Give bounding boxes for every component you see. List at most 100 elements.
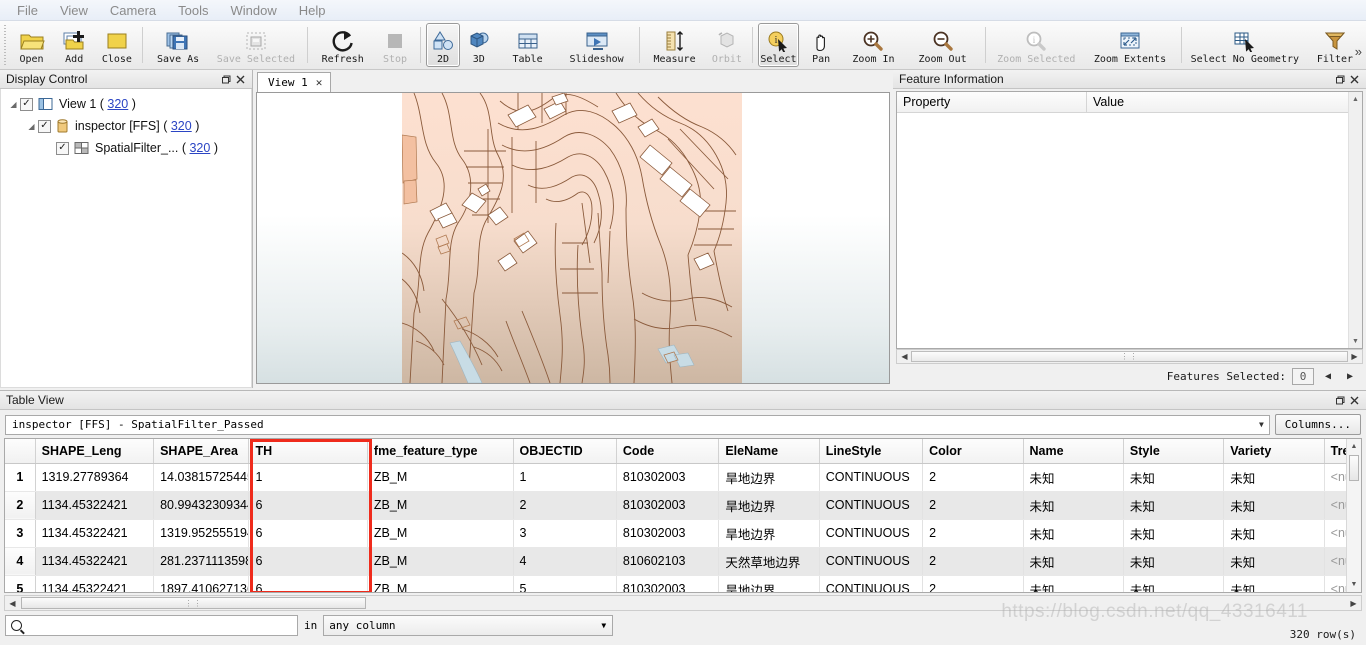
- cell-fme-feature-type[interactable]: ZB_M: [367, 463, 514, 492]
- cell-style[interactable]: 未知: [1123, 491, 1225, 520]
- add-button[interactable]: Add: [54, 23, 95, 67]
- cell-name[interactable]: 未知: [1023, 491, 1124, 520]
- cell-shape-leng[interactable]: 1134.45322421: [35, 575, 155, 592]
- scrollbar-thumb[interactable]: ⋮⋮: [21, 597, 366, 609]
- view-1-checkbox[interactable]: ✓: [20, 97, 33, 111]
- dataset-selector[interactable]: inspector [FFS] - SpatialFilter_Passed ▼: [5, 414, 1270, 435]
- cell-elename[interactable]: 天然草地边界: [718, 547, 820, 576]
- cell-th[interactable]: 6: [248, 575, 368, 592]
- 2d-view-button[interactable]: 2D: [426, 23, 460, 67]
- feature-information-vertical-scrollbar[interactable]: ▲ ▼: [1348, 92, 1362, 348]
- cell-style[interactable]: 未知: [1123, 519, 1225, 548]
- chevron-down-icon[interactable]: ▼: [601, 621, 606, 630]
- scroll-down-icon[interactable]: ▼: [1349, 334, 1362, 348]
- cell-elename[interactable]: 旱地边界: [718, 575, 820, 592]
- column-header-name[interactable]: Name: [1023, 439, 1124, 464]
- toolbar-overflow-button[interactable]: »: [1355, 44, 1362, 59]
- cell-linestyle[interactable]: CONTINUOUS: [819, 463, 924, 492]
- column-header-linestyle[interactable]: LineStyle: [819, 439, 924, 464]
- column-header-variety[interactable]: Variety: [1223, 439, 1325, 464]
- column-header-shape-leng[interactable]: SHAPE_Leng: [35, 439, 155, 464]
- close-button[interactable]: Close: [97, 23, 138, 67]
- cell-shape-leng[interactable]: 1319.27789364: [35, 463, 155, 492]
- cell-name[interactable]: 未知: [1023, 519, 1124, 548]
- restore-window-icon[interactable]: [218, 72, 233, 87]
- column-header-style[interactable]: Style: [1123, 439, 1225, 464]
- save-as-button[interactable]: Save As: [148, 23, 208, 67]
- cell-shape-area[interactable]: 1897.410627136...: [153, 575, 250, 592]
- cell-color[interactable]: 2: [922, 575, 1024, 592]
- scrollbar-thumb[interactable]: ⋮⋮: [911, 351, 1348, 362]
- tree-item-view-1[interactable]: ◢ ✓ View 1 ( 320 ): [1, 93, 251, 115]
- cell-name[interactable]: 未知: [1023, 547, 1124, 576]
- column-header-fme-feature-type[interactable]: fme_feature_type: [367, 439, 514, 464]
- table-row[interactable]: 3 1134.45322421 1319.9525551945 6 ZB_M 3…: [5, 519, 1361, 548]
- scroll-down-icon[interactable]: ▼: [1347, 577, 1361, 592]
- select-button[interactable]: i Select: [758, 23, 799, 67]
- zoom-extents-button[interactable]: Zoom Extents: [1084, 23, 1176, 67]
- cell-code[interactable]: 810302003: [616, 519, 720, 548]
- search-input[interactable]: [5, 614, 298, 636]
- scroll-up-icon[interactable]: ▲: [1347, 439, 1361, 454]
- menu-item-window[interactable]: Window: [220, 1, 288, 20]
- cell-shape-area[interactable]: 281.2371113598...: [153, 547, 250, 576]
- prev-feature-icon[interactable]: ◀: [1320, 371, 1336, 382]
- next-feature-icon[interactable]: ▶: [1342, 371, 1358, 382]
- column-header-th[interactable]: TH: [248, 439, 368, 464]
- cell-variety[interactable]: 未知: [1223, 547, 1325, 576]
- cell-linestyle[interactable]: CONTINUOUS: [819, 547, 924, 576]
- cell-name[interactable]: 未知: [1023, 463, 1124, 492]
- column-header-elename[interactable]: EleName: [718, 439, 820, 464]
- zoom-out-button[interactable]: Zoom Out: [906, 23, 980, 67]
- close-icon[interactable]: [1347, 393, 1362, 408]
- cell-shape-area[interactable]: 14.03815725445...: [153, 463, 250, 492]
- close-icon[interactable]: [1347, 72, 1362, 87]
- zoom-in-button[interactable]: Zoom In: [843, 23, 903, 67]
- cell-th[interactable]: 1: [248, 463, 368, 492]
- table-row[interactable]: 1 1319.27789364 14.03815725445... 1 ZB_M…: [5, 463, 1361, 492]
- table-row[interactable]: 5 1134.45322421 1897.410627136... 6 ZB_M…: [5, 575, 1361, 592]
- restore-window-icon[interactable]: [1332, 72, 1347, 87]
- cell-objectid[interactable]: 4: [513, 547, 617, 576]
- scroll-right-icon[interactable]: ▶: [1346, 599, 1361, 608]
- cell-color[interactable]: 2: [922, 547, 1024, 576]
- cell-shape-leng[interactable]: 1134.45322421: [35, 519, 155, 548]
- table-row[interactable]: 2 1134.45322421 80.99432309344... 6 ZB_M…: [5, 491, 1361, 520]
- columns-button[interactable]: Columns...: [1274, 414, 1361, 435]
- cell-fme-feature-type[interactable]: ZB_M: [367, 575, 514, 592]
- cell-linestyle[interactable]: CONTINUOUS: [819, 575, 924, 592]
- menu-item-file[interactable]: File: [6, 1, 49, 20]
- table-vertical-scrollbar[interactable]: ▲ ▼: [1346, 439, 1361, 592]
- toolbar-grip[interactable]: [2, 25, 9, 65]
- scroll-right-icon[interactable]: ▶: [1347, 352, 1362, 361]
- cell-objectid[interactable]: 3: [513, 519, 617, 548]
- scroll-left-icon[interactable]: ◀: [5, 599, 20, 608]
- cell-elename[interactable]: 旱地边界: [718, 463, 820, 492]
- cell-elename[interactable]: 旱地边界: [718, 519, 820, 548]
- cell-style[interactable]: 未知: [1123, 463, 1225, 492]
- cell-variety[interactable]: 未知: [1223, 491, 1325, 520]
- cell-code[interactable]: 810602103: [616, 547, 720, 576]
- cell-th[interactable]: 6: [248, 519, 368, 548]
- cell-fme-feature-type[interactable]: ZB_M: [367, 519, 514, 548]
- menu-item-tools[interactable]: Tools: [167, 1, 219, 20]
- search-scope-select[interactable]: any column ▼: [323, 614, 614, 636]
- cell-fme-feature-type[interactable]: ZB_M: [367, 547, 514, 576]
- chevron-down-icon[interactable]: ▼: [1259, 420, 1264, 429]
- cell-th[interactable]: 6: [248, 547, 368, 576]
- map-canvas[interactable]: [256, 92, 890, 384]
- expander-icon[interactable]: ◢: [7, 100, 20, 109]
- view-tab-view-1[interactable]: View 1 ✕: [257, 72, 332, 92]
- menu-item-camera[interactable]: Camera: [99, 1, 167, 20]
- feature-table[interactable]: SHAPE_Leng SHAPE_Area TH fme_feature_typ…: [4, 438, 1362, 593]
- select-no-geometry-button[interactable]: Select No Geometry: [1187, 23, 1303, 67]
- scrollbar-thumb[interactable]: [1349, 455, 1359, 481]
- view-1-feature-count[interactable]: 320: [107, 97, 128, 111]
- cell-variety[interactable]: 未知: [1223, 519, 1325, 548]
- column-header-code[interactable]: Code: [616, 439, 720, 464]
- menu-item-help[interactable]: Help: [288, 1, 337, 20]
- table-button[interactable]: Table: [498, 23, 558, 67]
- tree-item-inspector[interactable]: ◢ ✓ inspector [FFS] ( 320 ): [1, 115, 251, 137]
- menu-item-view[interactable]: View: [49, 1, 99, 20]
- column-header-shape-area[interactable]: SHAPE_Area: [153, 439, 250, 464]
